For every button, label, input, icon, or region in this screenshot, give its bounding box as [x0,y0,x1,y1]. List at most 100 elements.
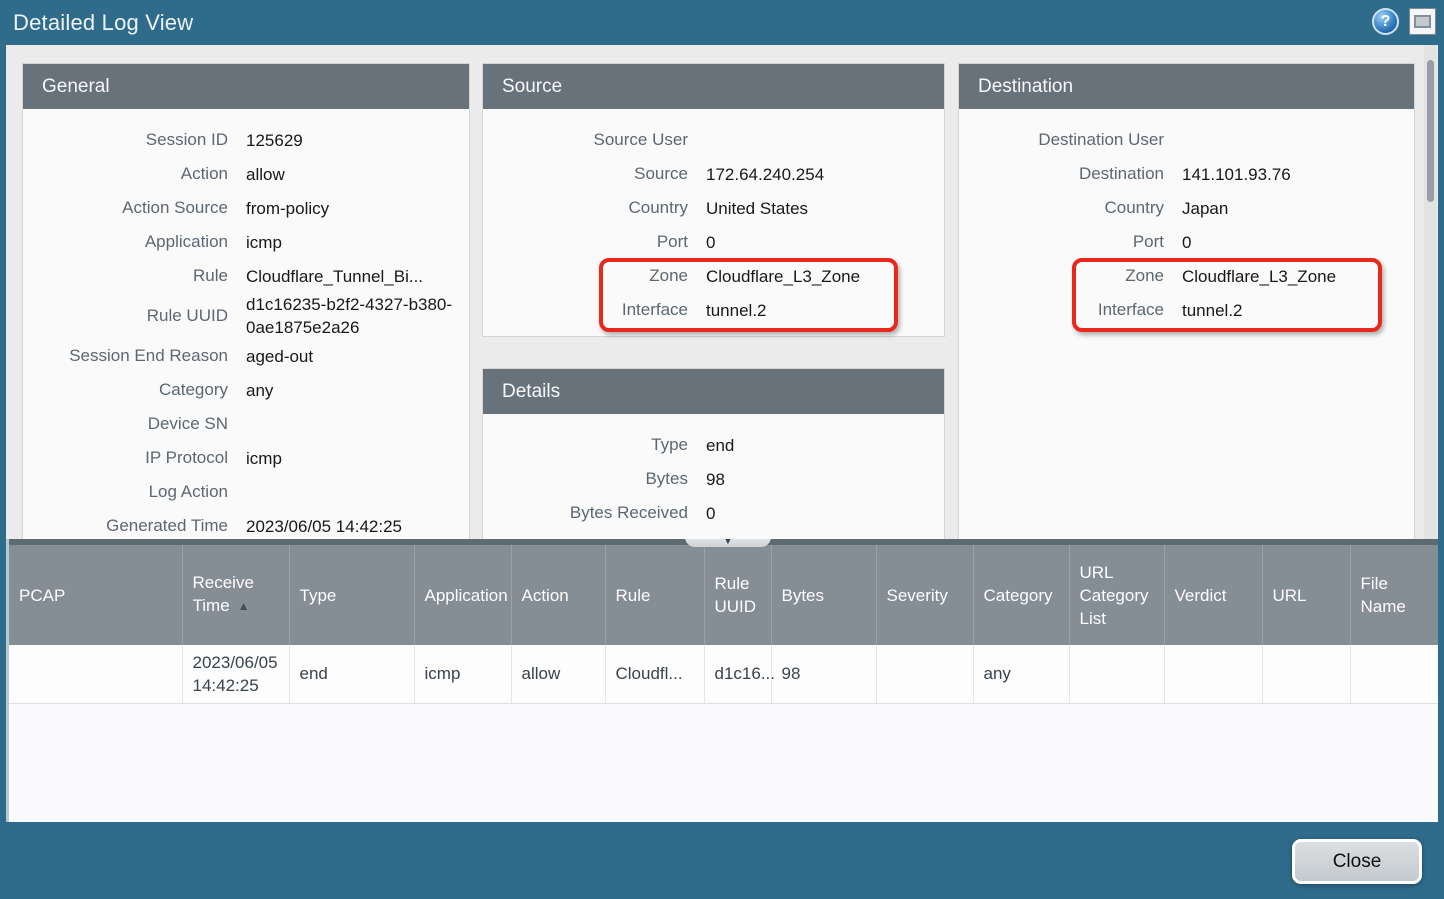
general-panel-header: General [23,64,469,109]
field-value: 98 [706,468,944,491]
field-value: United States [706,197,944,220]
field-value: Cloudflare_Tunnel_Bi... [246,265,469,288]
splitter-handle[interactable]: ▼ [685,539,771,547]
field-value: 0 [706,231,944,254]
details-fields: Type end Bytes 98 Bytes Received 0 [483,414,944,530]
field-label: Rule [23,266,228,286]
source-panel: Source Source User Source 172.64.240.254… [482,63,945,337]
field-label: Action Source [23,198,228,218]
column-header[interactable]: Bytes [771,545,876,645]
field-row: Generated Time 2023/06/05 14:42:25 [23,509,469,539]
field-row: Destination 141.101.93.76 [959,157,1414,191]
column-header[interactable]: PCAP [9,545,182,645]
table-cell [1164,645,1262,703]
field-value: 0 [706,502,944,525]
detailed-log-view-dialog: { "titlebar": { "title": "Detailed Log V… [0,0,1444,899]
field-row: Port 0 [959,225,1414,259]
field-row: Action allow [23,157,469,191]
field-value: tunnel.2 [706,299,944,322]
destination-panel-header: Destination [959,64,1414,109]
field-label: Session ID [23,130,228,150]
column-header[interactable]: Category [973,545,1069,645]
close-button[interactable]: Close [1292,839,1422,884]
field-row: Source 172.64.240.254 [483,157,944,191]
column-header[interactable]: Type [289,545,414,645]
field-row: IP Protocol icmp [23,441,469,475]
column-header[interactable]: Receive Time▲ [182,545,289,645]
table-cell [9,645,182,703]
column-header[interactable]: Application [414,545,511,645]
column-header[interactable]: Verdict [1164,545,1262,645]
field-value: from-policy [246,197,469,220]
sort-ascending-icon: ▲ [238,599,250,613]
column-header[interactable]: URL Category List [1069,545,1164,645]
field-row: Zone Cloudflare_L3_Zone [483,259,944,293]
scrollbar-thumb[interactable] [1427,60,1434,202]
field-row: Application icmp [23,225,469,259]
table-cell: any [973,645,1069,703]
table-cell: 2023/06/05 14:42:25 [182,645,289,703]
field-row: Category any [23,373,469,407]
column-header[interactable]: Action [511,545,605,645]
field-value: any [246,379,469,402]
table-cell [876,645,973,703]
field-row: Port 0 [483,225,944,259]
table-cell: end [289,645,414,703]
field-label: IP Protocol [23,448,228,468]
field-label: Country [959,198,1164,218]
field-value: Japan [1182,197,1414,220]
table-cell: d1c16... [704,645,771,703]
field-label: Device SN [23,414,228,434]
field-label: Zone [959,266,1164,286]
field-label: Source User [483,130,688,150]
log-detail-area: General Session ID 125629 Action allow A… [6,45,1438,539]
help-icon[interactable]: ? [1372,8,1399,35]
field-row: Session End Reason aged-out [23,339,469,373]
source-fields: Source User Source 172.64.240.254 Countr… [483,109,944,327]
column-header[interactable]: Severity [876,545,973,645]
field-label: Country [483,198,688,218]
field-label: Application [23,232,228,252]
field-label: Log Action [23,482,228,502]
field-label: Generated Time [23,516,228,536]
source-panel-header: Source [483,64,944,109]
column-header[interactable]: Rule UUID [704,545,771,645]
field-label: Rule UUID [23,306,228,326]
general-panel: General Session ID 125629 Action allow A… [22,63,470,539]
field-label: Port [483,232,688,252]
table-cell: 98 [771,645,876,703]
field-value: icmp [246,447,469,470]
field-row: Bytes 98 [483,462,944,496]
chevron-down-icon: ▼ [724,539,733,547]
details-panel: Details Type end Bytes 98 Bytes Received… [482,368,945,539]
log-table-row[interactable]: 2023/06/05 14:42:25 end icmp allow Cloud… [9,645,1438,703]
vertical-scrollbar[interactable] [1424,45,1437,539]
column-header[interactable]: URL [1262,545,1350,645]
log-table-section: ▼ PCAP Receive Time▲ Type Application Ac… [6,539,1438,822]
field-label: Source [483,164,688,184]
field-row: Rule Cloudflare_Tunnel_Bi... [23,259,469,293]
field-value: icmp [246,231,469,254]
field-value: 2023/06/05 14:42:25 [246,515,469,538]
log-table: PCAP Receive Time▲ Type Application Acti… [9,545,1438,704]
field-value: 125629 [246,129,469,152]
field-value: Cloudflare_L3_Zone [1182,265,1414,288]
field-value: tunnel.2 [1182,299,1414,322]
field-value: aged-out [246,345,469,368]
field-label: Port [959,232,1164,252]
splitter-bar[interactable]: ▼ [9,539,1438,545]
table-cell [1350,645,1438,703]
table-cell: icmp [414,645,511,703]
field-value: 172.64.240.254 [706,163,944,186]
table-cell: Cloudfl... [605,645,704,703]
field-row: Country United States [483,191,944,225]
field-row: Session ID 125629 [23,123,469,157]
field-row: Device SN [23,407,469,441]
details-panel-header: Details [483,369,944,414]
window-restore-icon[interactable] [1409,8,1436,35]
field-label: Zone [483,266,688,286]
field-row: Action Source from-policy [23,191,469,225]
column-header[interactable]: File Name [1350,545,1438,645]
column-header[interactable]: Rule [605,545,704,645]
destination-panel: Destination Destination User Destination… [958,63,1415,539]
